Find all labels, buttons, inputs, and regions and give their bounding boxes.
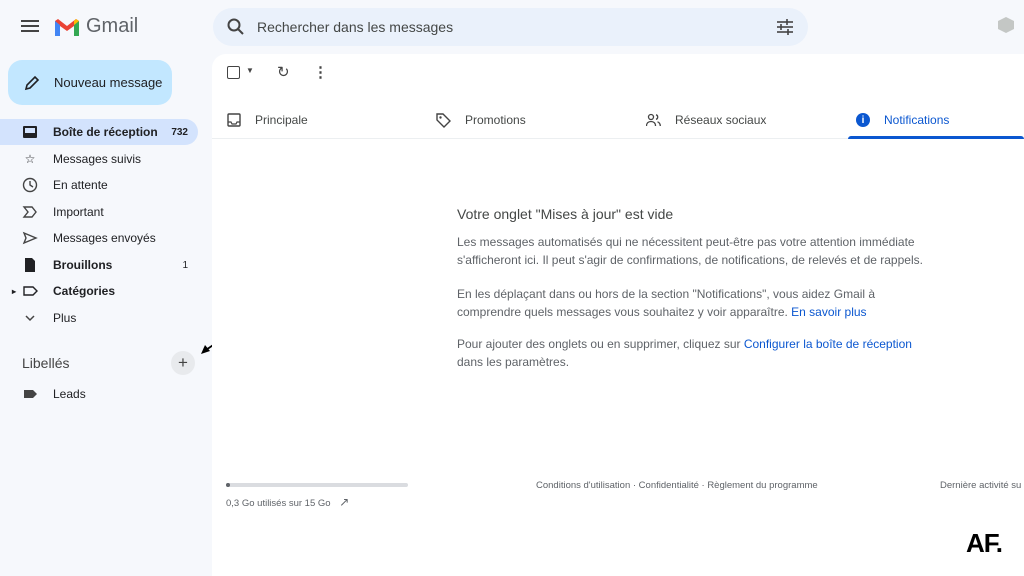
tab-social[interactable]: Réseaux sociaux xyxy=(646,102,766,138)
sidebar-item-starred[interactable]: ☆ Messages suivis xyxy=(0,146,198,172)
draft-icon xyxy=(25,258,35,272)
sidebar-item-important[interactable]: Important xyxy=(0,199,198,225)
info-icon: i xyxy=(856,113,870,127)
tag-icon xyxy=(436,112,451,128)
nav-label: Plus xyxy=(53,311,77,325)
empty-text-3-end: dans les paramètres. xyxy=(457,355,570,369)
search-input[interactable]: Rechercher dans les messages xyxy=(257,19,776,35)
clock-icon xyxy=(22,177,38,193)
empty-state: Votre onglet "Mises à jour" est vide Les… xyxy=(457,205,927,385)
chevron-down-icon xyxy=(25,315,35,322)
drafts-count: 1 xyxy=(182,259,188,271)
account-icon[interactable] xyxy=(998,17,1014,33)
nav-label: En attente xyxy=(53,178,108,192)
open-external-icon[interactable]: ↗ xyxy=(339,495,349,509)
tab-label: Réseaux sociaux xyxy=(675,113,767,127)
search-options-icon[interactable] xyxy=(776,19,794,35)
nav-label: Messages suivis xyxy=(53,152,142,166)
add-label-button[interactable]: + xyxy=(171,351,195,375)
sidebar-item-categories[interactable]: ▸ Catégories xyxy=(0,278,198,304)
send-icon xyxy=(22,231,38,245)
inbox-icon xyxy=(227,113,241,127)
select-dropdown-icon[interactable]: ▼ xyxy=(246,66,254,75)
empty-text-1: Les messages automatisés qui ne nécessit… xyxy=(457,235,923,267)
nav-label: Important xyxy=(53,205,104,219)
label-tag-icon xyxy=(24,390,37,398)
nav-label: Messages envoyés xyxy=(53,231,156,245)
inbox-icon xyxy=(23,126,37,138)
important-icon xyxy=(22,206,37,218)
nav-label: Leads xyxy=(53,387,86,401)
select-all-checkbox[interactable] xyxy=(227,66,240,79)
more-options-icon[interactable]: ⋮ xyxy=(313,63,328,81)
compose-label: Nouveau message xyxy=(54,75,163,90)
footer-links[interactable]: Conditions d'utilisation · Confidentiali… xyxy=(536,480,818,491)
nav-label: Boîte de réception xyxy=(53,125,158,139)
tab-notifications[interactable]: i Notifications xyxy=(856,102,949,138)
pencil-icon xyxy=(24,75,40,90)
search-bar[interactable]: Rechercher dans les messages xyxy=(213,8,808,46)
app-name: Gmail xyxy=(86,15,139,37)
storage-label: 0,3 Go utilisés sur 15 Go xyxy=(226,498,331,509)
label-icon xyxy=(23,286,38,296)
refresh-icon[interactable]: ↻ xyxy=(277,63,290,81)
nav-label: Catégories xyxy=(53,284,116,298)
tab-promotions[interactable]: Promotions xyxy=(436,102,526,138)
sidebar-item-more[interactable]: Plus xyxy=(0,305,198,331)
sidebar-item-snoozed[interactable]: En attente xyxy=(0,172,198,198)
empty-text-3: Pour ajouter des onglets ou en supprimer… xyxy=(457,337,744,351)
tab-principale[interactable]: Principale xyxy=(227,102,308,138)
last-activity[interactable]: Dernière activité su xyxy=(940,480,1021,491)
tab-label: Promotions xyxy=(465,113,526,127)
compose-button[interactable]: Nouveau message xyxy=(8,60,172,105)
gmail-logo[interactable]: Gmail xyxy=(54,15,138,38)
sidebar-item-inbox[interactable]: Boîte de réception 732 xyxy=(0,119,198,145)
labels-heading: Libellés xyxy=(22,355,70,371)
gmail-m-icon xyxy=(55,18,79,36)
storage-text: 0,3 Go utilisés sur 15 Go ↗ xyxy=(226,495,349,509)
label-item-leads[interactable]: Leads xyxy=(0,381,198,407)
configure-inbox-link[interactable]: Configurer la boîte de réception xyxy=(744,337,912,351)
tab-label: Principale xyxy=(255,113,308,127)
nav-label: Brouillons xyxy=(53,258,113,272)
expand-arrow-icon[interactable]: ▸ xyxy=(12,287,16,296)
storage-bar xyxy=(226,483,408,487)
sidebar-item-sent[interactable]: Messages envoyés xyxy=(0,225,198,251)
empty-title: Votre onglet "Mises à jour" est vide xyxy=(457,206,674,222)
tab-label: Notifications xyxy=(884,113,950,127)
search-icon[interactable] xyxy=(227,18,245,36)
selected-tab-indicator xyxy=(848,136,1024,139)
watermark-logo: AF. xyxy=(966,528,1003,558)
main-menu-icon[interactable] xyxy=(18,14,42,38)
people-icon xyxy=(646,113,661,127)
learn-more-link[interactable]: En savoir plus xyxy=(791,305,866,319)
storage-bar-fill xyxy=(226,483,230,487)
inbox-count: 732 xyxy=(171,126,188,138)
star-icon: ☆ xyxy=(24,152,36,166)
sidebar-item-drafts[interactable]: Brouillons 1 xyxy=(0,252,198,278)
